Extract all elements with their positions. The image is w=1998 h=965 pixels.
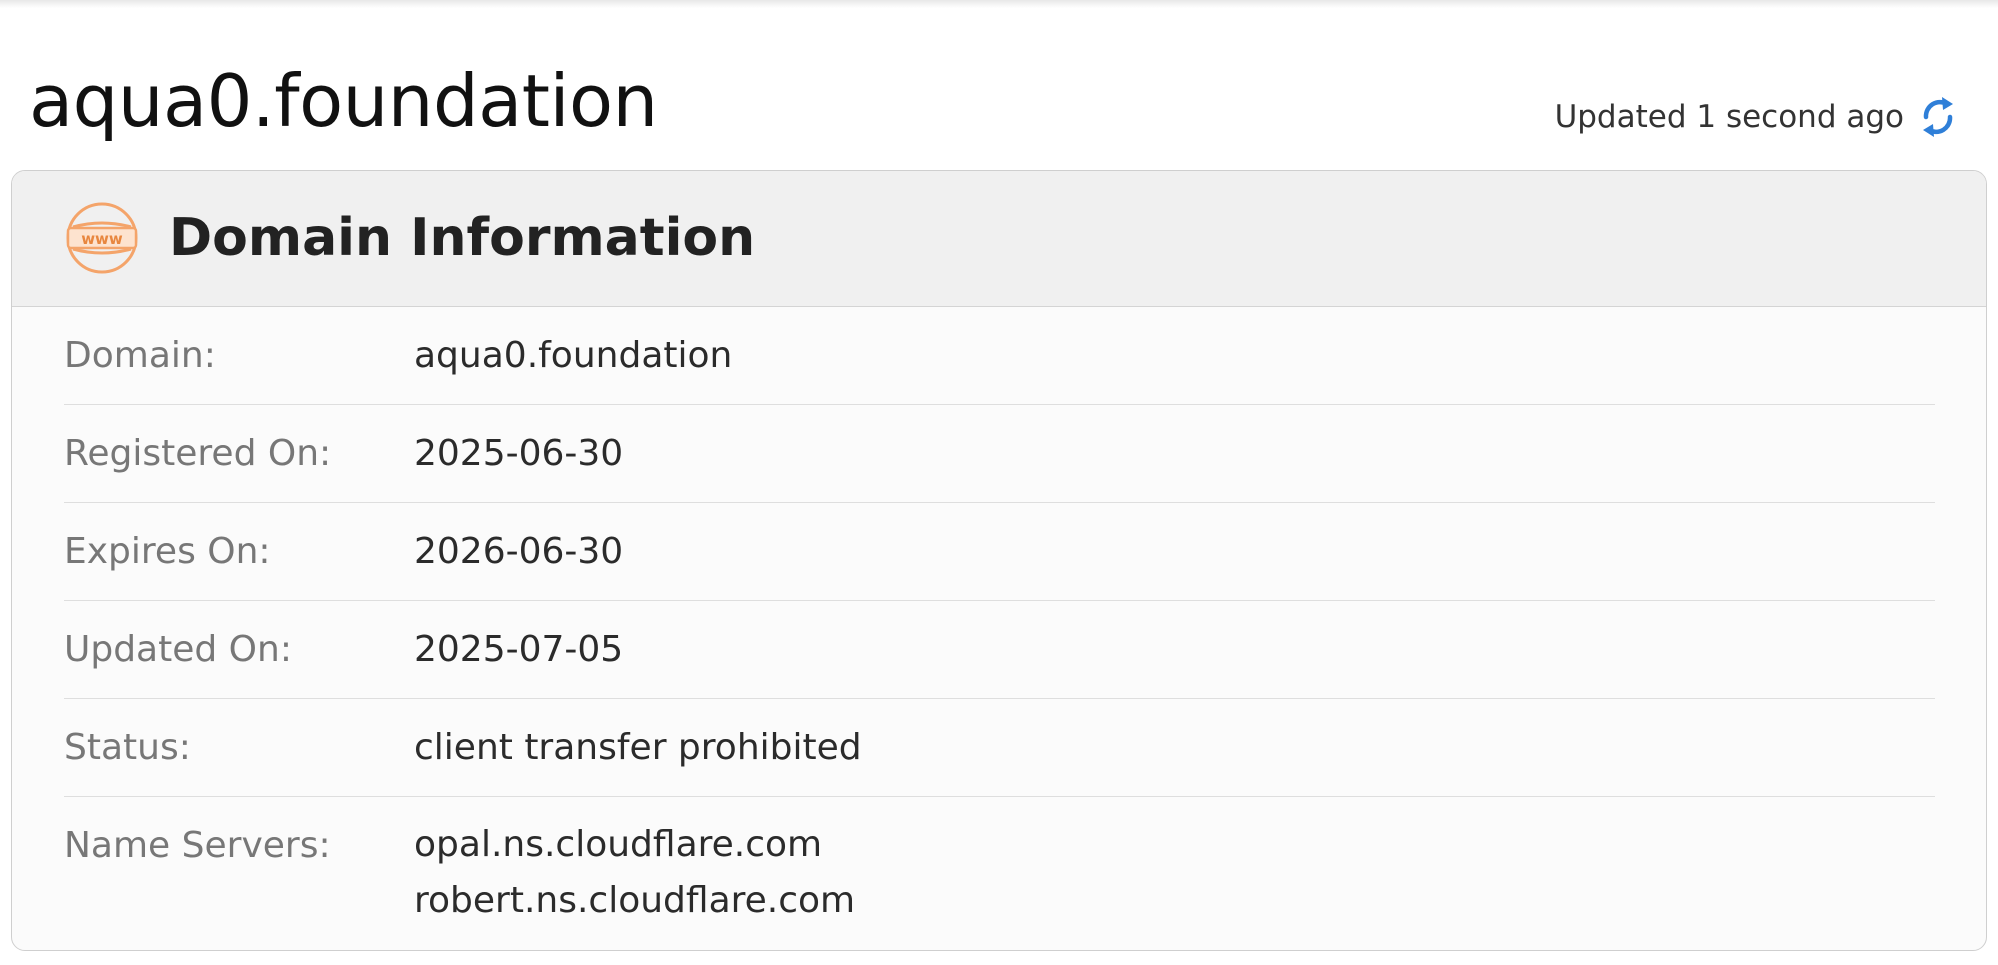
row-value: client transfer prohibited	[414, 727, 862, 768]
info-row-name-servers: Name Servers: opal.ns.cloudflare.com rob…	[64, 797, 1935, 945]
row-label: Domain:	[64, 335, 216, 376]
info-row-registered-on: Registered On: 2025-06-30	[64, 405, 1935, 503]
row-value: 2025-07-05	[414, 629, 624, 670]
updated-status: Updated 1 second ago	[1555, 94, 1958, 140]
info-row-expires-on: Expires On: 2026-06-30	[64, 503, 1935, 601]
row-label: Name Servers:	[64, 825, 331, 866]
row-value: aqua0.foundation	[414, 335, 733, 376]
name-server: opal.ns.cloudflare.com	[414, 824, 823, 865]
www-globe-icon: www	[65, 201, 139, 275]
row-label: Updated On:	[64, 629, 292, 670]
row-label: Expires On:	[64, 531, 271, 572]
row-value: 2025-06-30	[414, 433, 624, 474]
page-title: aqua0.foundation	[29, 59, 658, 143]
info-row-status: Status: client transfer prohibited	[64, 699, 1935, 797]
card-header: www Domain Information	[12, 171, 1986, 307]
info-row-updated-on: Updated On: 2025-07-05	[64, 601, 1935, 699]
row-label: Registered On:	[64, 433, 332, 474]
page-header: aqua0.foundation Updated 1 second ago	[0, 0, 1998, 170]
row-value: 2026-06-30	[414, 531, 624, 572]
name-server: robert.ns.cloudflare.com	[414, 880, 856, 921]
domain-information-card: www Domain Information Domain: aqua0.fou…	[11, 170, 1987, 951]
www-icon-text: www	[81, 230, 123, 248]
row-label: Status:	[64, 727, 191, 768]
card-title: Domain Information	[169, 208, 756, 268]
name-server-list: opal.ns.cloudflare.com robert.ns.cloudfl…	[414, 817, 855, 929]
refresh-icon[interactable]	[1918, 94, 1958, 140]
updated-text: Updated 1 second ago	[1554, 99, 1904, 135]
info-row-domain: Domain: aqua0.foundation	[64, 307, 1935, 405]
domain-info-list: Domain: aqua0.foundation Registered On: …	[64, 307, 1935, 945]
